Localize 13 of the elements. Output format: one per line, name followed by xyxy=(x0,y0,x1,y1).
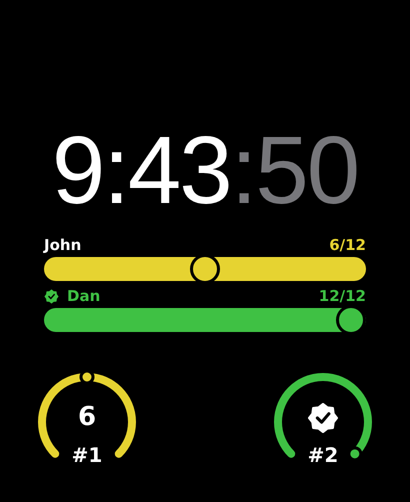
gauge-value: 6 xyxy=(76,402,98,432)
player-name: John xyxy=(44,236,82,254)
player-score: 12/12 xyxy=(318,287,366,305)
gauge-knob xyxy=(347,446,362,462)
player-score: 6/12 xyxy=(329,236,366,254)
rank-label: #2 xyxy=(308,444,338,466)
player-name: Dan xyxy=(67,287,100,305)
clock-time: 9:43 xyxy=(52,116,231,226)
clock-seconds: :50 xyxy=(230,116,358,226)
gauge-knob xyxy=(80,372,94,384)
verified-badge-icon xyxy=(308,403,338,433)
rank-label: #1 xyxy=(72,444,102,466)
verified-badge-icon xyxy=(44,288,59,304)
